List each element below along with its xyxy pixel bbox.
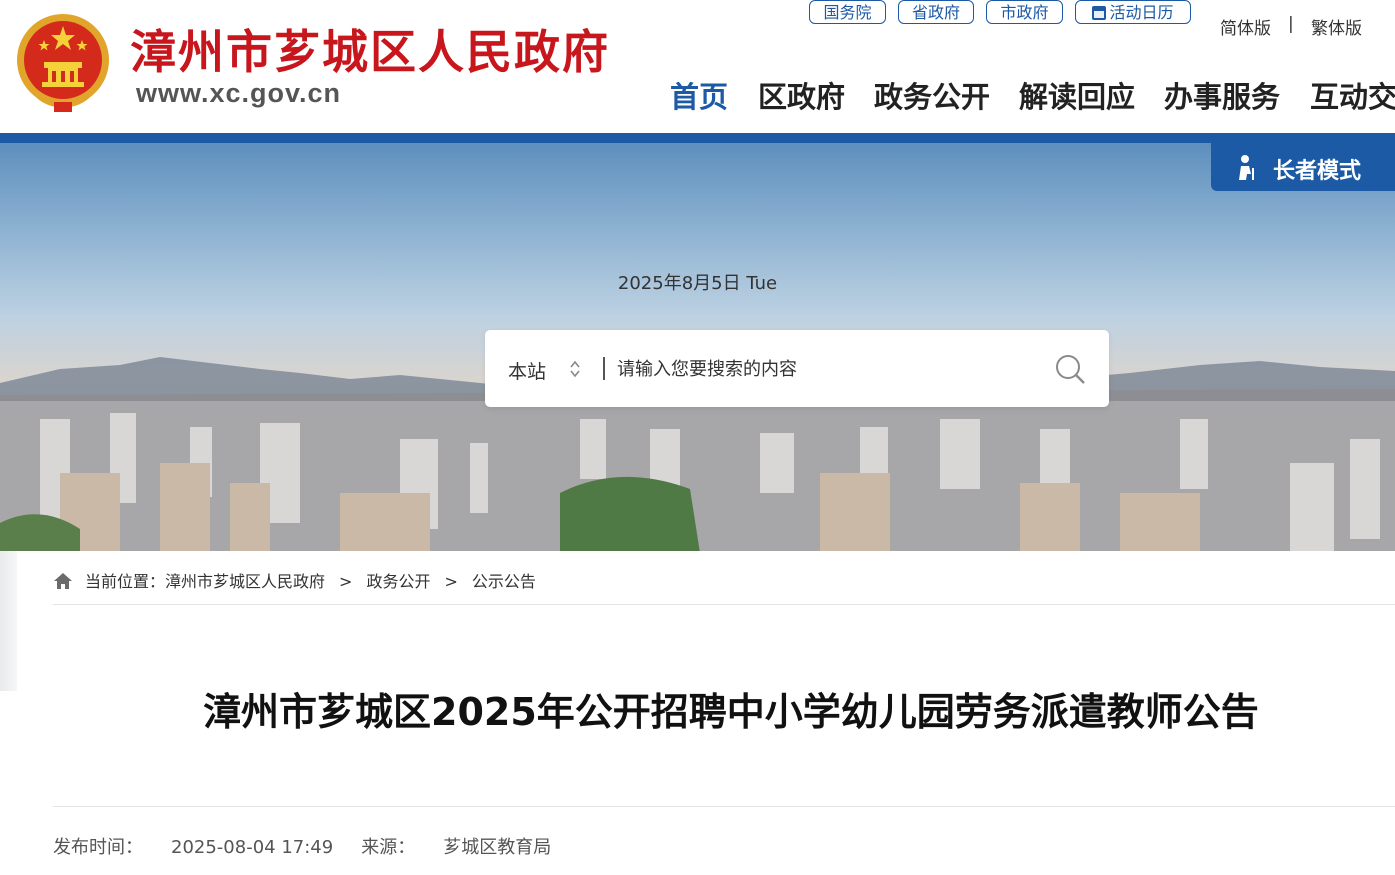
current-date: 2025年8月5日 Tue <box>617 273 778 294</box>
header-divider <box>0 133 1395 143</box>
city-banner: 长者模式 2025年8月5日 Tue 本站 <box>0 143 1395 553</box>
breadcrumb: 当前位置：漳州市芗城区人民政府 > 政务公开 > 公示公告 <box>53 568 536 592</box>
updown-arrows-icon[interactable] <box>569 360 581 378</box>
elder-mode-button[interactable]: 长者模式 <box>1211 143 1395 191</box>
breadcrumb-item-district-gov[interactable]: 漳州市芗城区人民政府 <box>165 572 325 591</box>
lang-separator: | <box>1288 14 1294 34</box>
breadcrumb-item-gov-affairs[interactable]: 政务公开 <box>366 572 430 591</box>
elderly-person-icon <box>1239 155 1254 180</box>
article-meta: 发布时间： 2025-08-04 17:49 来源： 芗城区教育局 <box>53 833 579 859</box>
search-bar: 本站 <box>485 330 1109 407</box>
breadcrumb-prefix: 当前位置： <box>85 572 166 591</box>
nav-services[interactable]: 办事服务 <box>1164 74 1280 116</box>
nav-interaction[interactable]: 互动交 <box>1310 74 1395 116</box>
nav-interpretation[interactable]: 解读回应 <box>1019 74 1135 116</box>
publish-value: 2025-08-04 17:49 <box>171 837 334 858</box>
article-title: 漳州市芗城区2025年公开招聘中小学幼儿园劳务派遣教师公告 <box>203 690 1259 734</box>
site-header: 漳州市芗城区人民政府 www.xc.gov.cn 国务院 省政府 市政府 活动日… <box>0 0 1395 133</box>
simplified-chinese-link[interactable]: 简体版 <box>1220 14 1271 39</box>
search-divider <box>603 357 605 380</box>
site-url: www.xc.gov.cn <box>136 78 342 108</box>
publish-label: 发布时间： <box>53 837 143 858</box>
source-label: 来源： <box>361 837 416 858</box>
traditional-chinese-link[interactable]: 繁体版 <box>1311 14 1362 39</box>
site-name: 漳州市芗城区人民政府 <box>130 25 610 79</box>
breadcrumb-separator: > <box>444 572 458 591</box>
national-emblem-icon <box>17 14 109 112</box>
breadcrumb-item-announcements[interactable]: 公示公告 <box>472 572 536 591</box>
link-provincial-gov[interactable]: 省政府 <box>898 0 974 24</box>
link-city-gov[interactable]: 市政府 <box>986 0 1063 24</box>
side-shadow <box>0 551 17 691</box>
event-calendar-label: 活动日历 <box>1109 3 1174 22</box>
nav-gov-affairs-open[interactable]: 政务公开 <box>874 74 990 116</box>
nav-home[interactable]: 首页 <box>670 74 728 116</box>
breadcrumb-divider <box>53 604 1395 605</box>
search-scope-select[interactable]: 本站 <box>508 357 546 384</box>
breadcrumb-separator: > <box>339 572 353 591</box>
source: 来源： 芗城区教育局 <box>361 837 551 858</box>
home-icon <box>54 573 72 589</box>
link-event-calendar[interactable]: 活动日历 <box>1075 0 1191 24</box>
elder-mode-label: 长者模式 <box>1273 159 1362 184</box>
article-card: 当前位置：漳州市芗城区人民政府 > 政务公开 > 公示公告 漳州市芗城区2025年公开招… <box>17 551 1395 875</box>
publish-time: 发布时间： 2025-08-04 17:49 <box>53 837 333 858</box>
title-divider <box>53 806 1395 807</box>
search-icon[interactable] <box>1053 352 1087 386</box>
search-input[interactable] <box>615 352 1039 387</box>
nav-district-gov[interactable]: 区政府 <box>758 74 845 116</box>
calendar-icon <box>1092 6 1107 20</box>
link-state-council[interactable]: 国务院 <box>809 0 886 24</box>
source-value: 芗城区教育局 <box>443 837 552 858</box>
